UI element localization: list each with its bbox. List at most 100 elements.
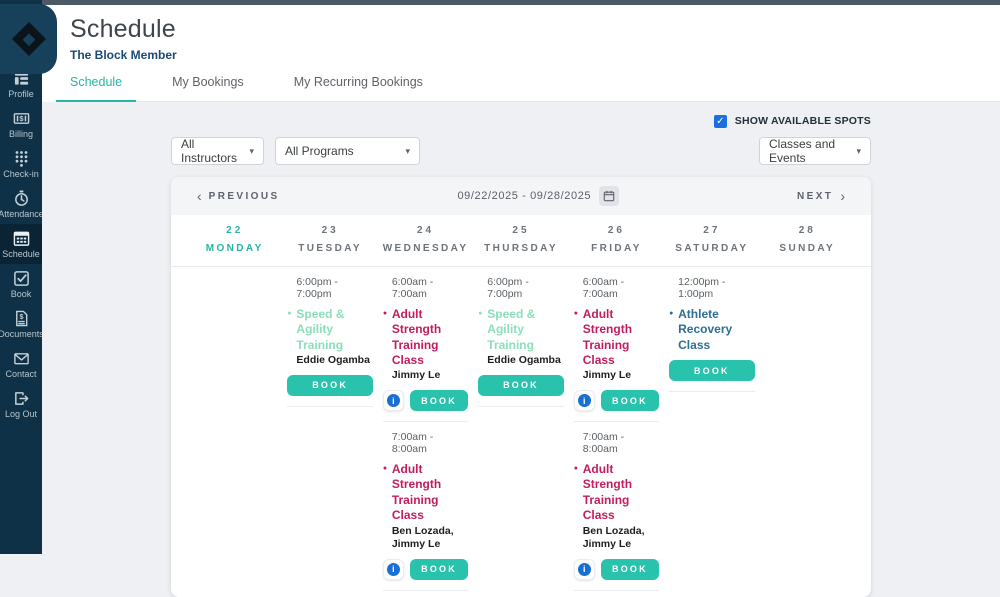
sidebar-item-label: Documents xyxy=(0,329,42,339)
info-icon[interactable]: i xyxy=(383,390,404,411)
program-color-bullet-icon: ● xyxy=(574,465,578,474)
event-name: ● Adult Strength Training Class xyxy=(392,462,468,523)
cell-thursday-1: 6:00pm - 7:00pm ● Speed & Agility Traini… xyxy=(473,267,568,407)
event-name: ● Speed & Agility Training xyxy=(487,307,563,353)
book-button[interactable]: BOOK xyxy=(410,390,468,411)
browser-top-strip xyxy=(0,0,1000,5)
event-name: ● Adult Strength Training Class xyxy=(583,462,659,523)
info-icon[interactable]: i xyxy=(574,390,595,411)
sidebar-item-label: Check-in xyxy=(3,169,39,179)
checkin-icon xyxy=(0,150,42,167)
book-button[interactable]: BOOK xyxy=(287,375,372,396)
event-time: 6:00am - 7:00am xyxy=(392,276,468,300)
sidebar-item-documents[interactable]: $ Documents xyxy=(0,304,42,344)
sidebar-item-label: Book xyxy=(11,289,32,299)
day-header-sunday: 28 SUNDAY xyxy=(760,225,855,254)
event-actions: i BOOK xyxy=(383,390,468,411)
book-button[interactable]: BOOK xyxy=(601,390,659,411)
event-card: 6:00pm - 7:00pm ● Speed & Agility Traini… xyxy=(287,267,372,407)
programs-select-value: All Programs xyxy=(285,144,354,158)
page-title: Schedule xyxy=(70,15,972,44)
sidebar-item-logout[interactable]: Log Out xyxy=(0,384,42,424)
book-icon xyxy=(0,270,42,287)
schedule-row-1: 6:00pm - 7:00pm ● Speed & Agility Traini… xyxy=(171,267,871,422)
chevron-down-icon: ▾ xyxy=(405,146,410,157)
filters-row: All Instructors ▾ All Programs ▾ Classes… xyxy=(171,137,871,165)
schedule-icon xyxy=(0,230,42,247)
event-time: 6:00pm - 7:00pm xyxy=(487,276,563,300)
event-actions: i BOOK xyxy=(383,559,468,580)
event-card: 6:00pm - 7:00pm ● Speed & Agility Traini… xyxy=(478,267,563,407)
calendar-icon[interactable] xyxy=(599,186,619,206)
day-header-monday: 22 MONDAY xyxy=(187,225,282,254)
sidebar-item-label: Log Out xyxy=(5,409,37,419)
date-range-group: 09/22/2025 - 09/28/2025 xyxy=(457,186,619,206)
day-header-friday: 26 FRIDAY xyxy=(569,225,664,254)
program-color-bullet-icon: ● xyxy=(478,310,482,319)
event-instructors: Jimmy Le xyxy=(583,369,659,383)
book-button[interactable]: BOOK xyxy=(410,559,468,580)
day-header-tuesday: 23 TUESDAY xyxy=(282,225,377,254)
previous-week-button[interactable]: ‹ PREVIOUS xyxy=(197,188,280,204)
event-time: 6:00am - 7:00am xyxy=(583,276,659,300)
event-name: ● Speed & Agility Training xyxy=(296,307,372,353)
day-header-saturday: 27 SATURDAY xyxy=(664,225,759,254)
programs-select[interactable]: All Programs ▾ xyxy=(275,137,420,165)
event-time: 12:00pm - 1:00pm xyxy=(678,276,754,300)
documents-icon: $ xyxy=(0,310,42,327)
schedule-row-2: 7:00am - 8:00am ● Adult Strength Trainin… xyxy=(171,422,871,597)
cell-friday-1: 6:00am - 7:00am ● Adult Strength Trainin… xyxy=(569,267,664,422)
cell-tuesday-1: 6:00pm - 7:00pm ● Speed & Agility Traini… xyxy=(282,267,377,407)
info-icon[interactable]: i xyxy=(574,559,595,580)
event-time: 7:00am - 8:00am xyxy=(583,431,659,455)
event-actions: i BOOK xyxy=(574,390,659,411)
book-button[interactable]: BOOK xyxy=(601,559,659,580)
date-range: 09/22/2025 - 09/28/2025 xyxy=(457,190,591,202)
sidebar-item-label: Schedule xyxy=(2,249,40,259)
event-card: 6:00am - 7:00am ● Adult Strength Trainin… xyxy=(383,267,468,422)
chevron-right-icon: › xyxy=(840,188,845,204)
tab-bar: Schedule My Bookings My Recurring Bookin… xyxy=(56,75,1000,102)
filters-left: All Instructors ▾ All Programs ▾ xyxy=(171,137,420,165)
event-type-select[interactable]: Classes and Events ▾ xyxy=(759,137,871,165)
week-nav-bar: ‹ PREVIOUS 09/22/2025 - 09/28/2025 NEXT … xyxy=(171,177,871,215)
info-icon[interactable]: i xyxy=(383,559,404,580)
book-button[interactable]: BOOK xyxy=(669,360,754,381)
event-actions: i BOOK xyxy=(669,360,754,381)
show-available-spots-checkbox[interactable]: ✓ xyxy=(714,115,727,128)
sidebar-item-book[interactable]: Book xyxy=(0,264,42,304)
event-actions: i BOOK xyxy=(287,375,372,396)
cell-saturday-1: 12:00pm - 1:00pm ● Athlete Recovery Clas… xyxy=(664,267,759,392)
sidebar-item-billing[interactable]: $ Billing xyxy=(0,104,42,144)
sidebar-item-schedule[interactable]: Schedule xyxy=(0,224,42,264)
app-logo[interactable] xyxy=(0,4,57,74)
instructors-select[interactable]: All Instructors ▾ xyxy=(171,137,264,165)
event-instructors: Jimmy Le xyxy=(392,369,468,383)
event-actions: i BOOK xyxy=(574,559,659,580)
sidebar-item-checkin[interactable]: Check-in xyxy=(0,144,42,184)
next-week-button[interactable]: NEXT › xyxy=(797,188,845,204)
sidebar-item-label: Billing xyxy=(9,129,33,139)
book-button[interactable]: BOOK xyxy=(478,375,563,396)
tab-my-recurring-bookings[interactable]: My Recurring Bookings xyxy=(280,75,437,102)
event-card: 12:00pm - 1:00pm ● Athlete Recovery Clas… xyxy=(669,267,754,392)
sidebar: Profile $ Billing Check-in Attendance Sc… xyxy=(0,0,42,554)
event-card: 7:00am - 8:00am ● Adult Strength Trainin… xyxy=(574,422,659,591)
sidebar-nav: Profile $ Billing Check-in Attendance Sc… xyxy=(0,64,42,424)
sidebar-item-attendance[interactable]: Attendance xyxy=(0,184,42,224)
cell-wednesday-2: 7:00am - 8:00am ● Adult Strength Trainin… xyxy=(378,422,473,591)
svg-text:$: $ xyxy=(19,114,24,123)
tab-schedule[interactable]: Schedule xyxy=(56,75,136,102)
tab-my-bookings[interactable]: My Bookings xyxy=(158,75,258,102)
chevron-left-icon: ‹ xyxy=(197,188,202,204)
cell-friday-2: 7:00am - 8:00am ● Adult Strength Trainin… xyxy=(569,422,664,591)
program-color-bullet-icon: ● xyxy=(574,310,578,319)
spots-row: ✓ SHOW AVAILABLE SPOTS xyxy=(171,112,871,130)
event-card: 7:00am - 8:00am ● Adult Strength Trainin… xyxy=(383,422,468,591)
event-actions: i BOOK xyxy=(478,375,563,396)
diamond-logo-icon xyxy=(12,22,46,56)
show-available-spots-label: SHOW AVAILABLE SPOTS xyxy=(735,115,871,127)
sidebar-item-contact[interactable]: Contact xyxy=(0,344,42,384)
sidebar-item-label: Profile xyxy=(8,89,34,99)
event-name: ● Adult Strength Training Class xyxy=(583,307,659,368)
